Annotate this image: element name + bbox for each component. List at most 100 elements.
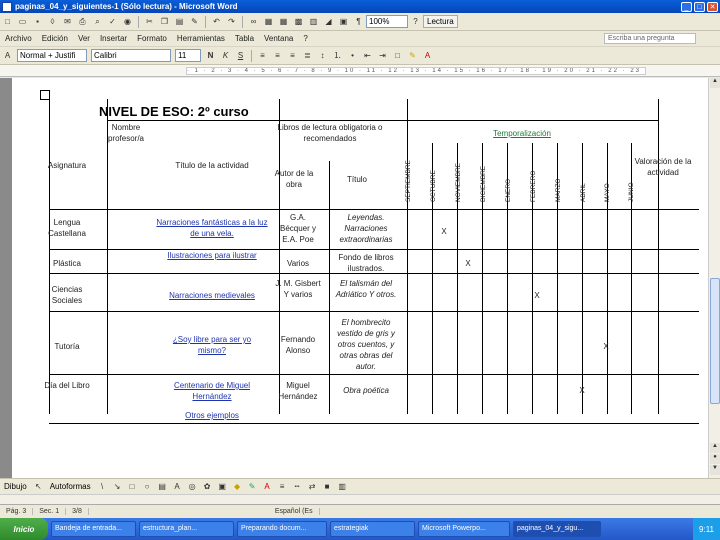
browse-object-icon[interactable]: ● [710, 454, 720, 464]
menu-help[interactable]: ? [298, 34, 312, 43]
style-combo[interactable]: Normal + Justifi [17, 49, 87, 62]
menu-ver[interactable]: Ver [73, 34, 95, 43]
new-document-icon[interactable]: □ [1, 16, 14, 28]
close-button[interactable]: ✕ [707, 1, 718, 12]
italic-icon[interactable]: K [219, 50, 232, 62]
help-icon[interactable]: ? [409, 16, 422, 28]
scroll-thumb[interactable] [710, 278, 720, 404]
vertical-scrollbar[interactable]: ▲ ▲ ● ▼ [708, 78, 720, 478]
menu-insertar[interactable]: Insertar [95, 34, 132, 43]
font-color-icon[interactable]: A [421, 50, 434, 62]
tables-borders-icon[interactable]: ▦ [262, 16, 275, 28]
maximize-button[interactable]: □ [694, 1, 705, 12]
row2-actividad-link[interactable]: Ilustraciones para ilustrar [162, 250, 262, 261]
styles-pane-icon[interactable]: A [1, 50, 14, 62]
draw-font-color-icon[interactable]: A [261, 481, 274, 493]
spelling-icon[interactable]: ✓ [106, 16, 119, 28]
ask-question-field[interactable]: Escriba una pregunta [604, 33, 696, 44]
align-left-icon[interactable]: ≡ [256, 50, 269, 62]
paste-icon[interactable]: ▤ [173, 16, 186, 28]
document-page[interactable]: NIVEL DE ESO: 2º curso Nombre profesor/a… [12, 78, 708, 478]
arrow-icon[interactable]: ↘ [111, 481, 124, 493]
align-right-icon[interactable]: ≡ [286, 50, 299, 62]
ruler[interactable]: · 1 · 2 · 3 · 4 · 5 · 6 · 7 · 8 · 9 · 10… [0, 65, 720, 77]
row4-actividad-link[interactable]: ¿Soy libre para ser yo mismo? [162, 334, 262, 356]
select-objects-icon[interactable]: ↖ [32, 481, 45, 493]
horizontal-scrollbar[interactable] [0, 494, 720, 504]
drawing-icon[interactable]: ◢ [322, 16, 335, 28]
textbox-icon[interactable]: ▤ [156, 481, 169, 493]
picture-icon[interactable]: ▣ [216, 481, 229, 493]
row3-actividad-link[interactable]: Narraciones medievales [152, 290, 272, 301]
menu-herramientas[interactable]: Herramientas [172, 34, 230, 43]
previous-page-icon[interactable]: ▲ [710, 443, 720, 453]
format-painter-icon[interactable]: ✎ [188, 16, 201, 28]
bold-icon[interactable]: N [204, 50, 217, 62]
reading-layout-button[interactable]: Lectura [423, 15, 458, 28]
zoom-combo[interactable]: 100% [366, 15, 408, 28]
columns-icon[interactable]: ▥ [307, 16, 320, 28]
dash-style-icon[interactable]: ┅ [291, 481, 304, 493]
task-preparando[interactable]: Preparando docum... [237, 521, 327, 537]
menu-ventana[interactable]: Ventana [259, 34, 298, 43]
3d-icon[interactable]: ▥ [336, 481, 349, 493]
row5-actividad-link[interactable]: Centenario de Miguel Hernández [162, 380, 262, 402]
highlight-icon[interactable]: ✎ [406, 50, 419, 62]
print-preview-icon[interactable]: ⌕ [91, 16, 104, 28]
increase-indent-icon[interactable]: ⇥ [376, 50, 389, 62]
next-page-icon[interactable]: ▼ [710, 465, 720, 475]
document-map-icon[interactable]: ▣ [337, 16, 350, 28]
decrease-indent-icon[interactable]: ⇤ [361, 50, 374, 62]
font-size-combo[interactable]: 11 [175, 49, 201, 62]
task-outlook[interactable]: Bandeja de entrada... [51, 521, 136, 537]
clipart-icon[interactable]: ✿ [201, 481, 214, 493]
border-icon[interactable]: □ [391, 50, 404, 62]
justify-icon[interactable]: ≣ [301, 50, 314, 62]
line-style-icon[interactable]: ≡ [276, 481, 289, 493]
bullets-icon[interactable]: • [346, 50, 359, 62]
row1-actividad-link[interactable]: Narraciones fantásticas a la luz de una … [152, 217, 272, 239]
drawing-menu[interactable]: Dibujo [4, 482, 27, 491]
menu-edicion[interactable]: Edición [37, 34, 73, 43]
shadow-icon[interactable]: ■ [321, 481, 334, 493]
line-color-icon[interactable]: ✎ [246, 481, 259, 493]
menu-formato[interactable]: Formato [132, 34, 172, 43]
line-icon[interactable]: \ [96, 481, 109, 493]
hyperlink-icon[interactable]: ∞ [247, 16, 260, 28]
line-spacing-icon[interactable]: ↕ [316, 50, 329, 62]
font-combo[interactable]: Calibri [91, 49, 171, 62]
rectangle-icon[interactable]: □ [126, 481, 139, 493]
print-icon[interactable]: ⎙ [76, 16, 89, 28]
cut-icon[interactable]: ✂ [143, 16, 156, 28]
fill-color-icon[interactable]: ◆ [231, 481, 244, 493]
insert-table-icon[interactable]: ▦ [277, 16, 290, 28]
redo-icon[interactable]: ↷ [225, 16, 238, 28]
diagram-icon[interactable]: ◎ [186, 481, 199, 493]
insert-excel-icon[interactable]: ▩ [292, 16, 305, 28]
row5-otros-ejemplos-link[interactable]: Otros ejemplos [162, 410, 262, 421]
research-icon[interactable]: ◉ [121, 16, 134, 28]
permission-icon[interactable]: ◊ [46, 16, 59, 28]
autoshapes-menu[interactable]: Autoformas [50, 482, 91, 491]
underline-icon[interactable]: S [234, 50, 247, 62]
arrow-style-icon[interactable]: ⇄ [306, 481, 319, 493]
wordart-icon[interactable]: A [171, 481, 184, 493]
oval-icon[interactable]: ○ [141, 481, 154, 493]
minimize-button[interactable]: _ [681, 1, 692, 12]
task-estructura[interactable]: estructura_plan... [139, 521, 234, 537]
undo-icon[interactable]: ↶ [210, 16, 223, 28]
email-icon[interactable]: ✉ [61, 16, 74, 28]
document-area[interactable]: NIVEL DE ESO: 2º curso Nombre profesor/a… [0, 78, 708, 478]
menu-tabla[interactable]: Tabla [230, 34, 259, 43]
copy-icon[interactable]: ❐ [158, 16, 171, 28]
save-icon[interactable]: ▪ [31, 16, 44, 28]
align-center-icon[interactable]: ≡ [271, 50, 284, 62]
task-word-active[interactable]: paginas_04_y_sigu... [513, 521, 601, 537]
menu-archivo[interactable]: Archivo [0, 34, 37, 43]
task-powerpoint[interactable]: Microsoft Powerpo... [418, 521, 510, 537]
start-button[interactable]: Inicio [0, 518, 48, 540]
scroll-up-icon[interactable]: ▲ [710, 78, 720, 88]
show-hide-icon[interactable]: ¶ [352, 16, 365, 28]
open-folder-icon[interactable]: ▭ [16, 16, 29, 28]
numbering-icon[interactable]: ⒈ [331, 50, 344, 62]
